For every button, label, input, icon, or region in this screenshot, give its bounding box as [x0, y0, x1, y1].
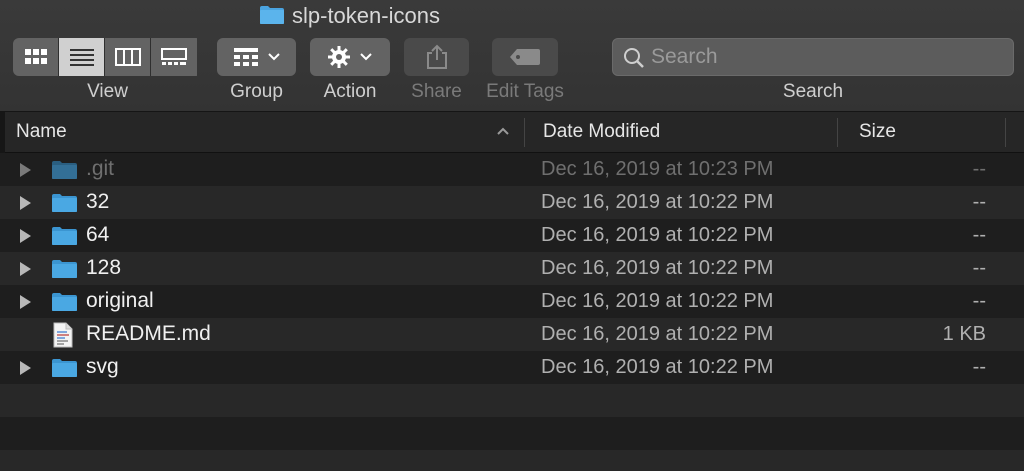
folder-icon — [52, 293, 77, 311]
empty-row — [0, 450, 1024, 471]
column-name[interactable]: Name — [16, 112, 496, 152]
file-name: 64 — [86, 223, 110, 246]
action-button[interactable] — [310, 38, 390, 76]
column-size[interactable]: Size — [859, 112, 999, 152]
gallery-view-button[interactable] — [151, 38, 197, 76]
file-date: Dec 16, 2019 at 10:22 PM — [541, 224, 774, 246]
toolbar: slp-token-icons View Group Action Share … — [0, 0, 1024, 112]
file-size: -- — [972, 158, 986, 180]
disclosure-triangle-icon[interactable] — [20, 163, 31, 177]
file-list: .git Dec 16, 2019 at 10:23 PM -- 32 Dec … — [0, 153, 1024, 471]
column-view-button[interactable] — [105, 38, 151, 76]
column-date-modified[interactable]: Date Modified — [543, 112, 833, 152]
folder-icon — [52, 227, 77, 245]
group-label: Group — [230, 81, 283, 102]
column-divider[interactable] — [1005, 118, 1006, 147]
disclosure-triangle-icon[interactable] — [20, 262, 31, 276]
folder-icon — [52, 161, 77, 179]
window-title: slp-token-icons — [292, 3, 440, 28]
columns-icon — [114, 48, 141, 66]
file-name: README.md — [86, 322, 211, 345]
gear-icon — [328, 46, 350, 68]
empty-row — [0, 384, 1024, 417]
file-name: .git — [86, 157, 115, 180]
file-date: Dec 16, 2019 at 10:23 PM — [541, 158, 774, 180]
folder-icon — [52, 194, 77, 212]
folder-icon — [52, 260, 77, 278]
view-mode-control[interactable] — [13, 38, 202, 76]
group-button[interactable] — [217, 38, 296, 76]
tag-icon — [510, 49, 540, 65]
column-divider[interactable] — [524, 118, 525, 147]
list-item[interactable]: 32 Dec 16, 2019 at 10:22 PM -- — [0, 186, 1024, 219]
search-field[interactable] — [612, 38, 1014, 76]
list-view-button[interactable] — [59, 38, 105, 76]
sort-ascending-icon[interactable] — [496, 126, 510, 136]
view-label: View — [87, 81, 128, 102]
file-name: 128 — [86, 256, 122, 279]
title-bar: slp-token-icons — [0, 0, 1024, 32]
file-size: -- — [972, 191, 986, 213]
file-size: -- — [972, 224, 986, 246]
edit-tags-label: Edit Tags — [486, 81, 564, 102]
disclosure-triangle-icon[interactable] — [20, 229, 31, 243]
file-date: Dec 16, 2019 at 10:22 PM — [541, 323, 774, 345]
disclosure-triangle-icon[interactable] — [20, 196, 31, 210]
search-label: Search — [782, 81, 844, 102]
chevron-down-icon — [267, 53, 280, 61]
file-size: 1 KB — [942, 323, 986, 345]
file-date: Dec 16, 2019 at 10:22 PM — [541, 191, 774, 213]
list-item[interactable]: 64 Dec 16, 2019 at 10:22 PM -- — [0, 219, 1024, 252]
disclosure-triangle-icon[interactable] — [20, 295, 31, 309]
action-label: Action — [323, 81, 377, 102]
list-item[interactable]: .git Dec 16, 2019 at 10:23 PM -- — [0, 153, 1024, 186]
file-date: Dec 16, 2019 at 10:22 PM — [541, 290, 774, 312]
list-icon — [69, 49, 94, 66]
file-size: -- — [972, 290, 986, 312]
list-item[interactable]: original Dec 16, 2019 at 10:22 PM -- — [0, 285, 1024, 318]
edit-tags-button[interactable] — [492, 38, 558, 76]
list-item[interactable]: 128 Dec 16, 2019 at 10:22 PM -- — [0, 252, 1024, 285]
file-name: original — [86, 289, 154, 312]
share-button[interactable] — [404, 38, 469, 76]
column-divider[interactable] — [837, 118, 838, 147]
file-name: 32 — [86, 190, 110, 213]
empty-row — [0, 417, 1024, 450]
list-item[interactable]: svg Dec 16, 2019 at 10:22 PM -- — [0, 351, 1024, 384]
share-icon — [426, 44, 447, 69]
chevron-down-icon — [360, 53, 372, 61]
gallery-icon — [161, 48, 187, 65]
file-size: -- — [972, 356, 986, 378]
search-icon — [624, 48, 644, 68]
folder-icon — [52, 359, 77, 377]
icon-grid-icon — [24, 49, 47, 64]
document-icon — [53, 322, 73, 348]
share-label: Share — [411, 81, 462, 102]
disclosure-triangle-icon[interactable] — [20, 361, 31, 375]
file-date: Dec 16, 2019 at 10:22 PM — [541, 356, 774, 378]
file-date: Dec 16, 2019 at 10:22 PM — [541, 257, 774, 279]
file-name: svg — [86, 355, 119, 378]
column-header: Name Date Modified Size — [0, 112, 1024, 153]
search-input[interactable] — [651, 41, 1001, 73]
group-grid-icon — [233, 48, 258, 66]
folder-icon — [260, 6, 284, 24]
file-size: -- — [972, 257, 986, 279]
list-item[interactable]: README.md Dec 16, 2019 at 10:22 PM 1 KB — [0, 318, 1024, 351]
icon-view-button[interactable] — [13, 38, 59, 76]
